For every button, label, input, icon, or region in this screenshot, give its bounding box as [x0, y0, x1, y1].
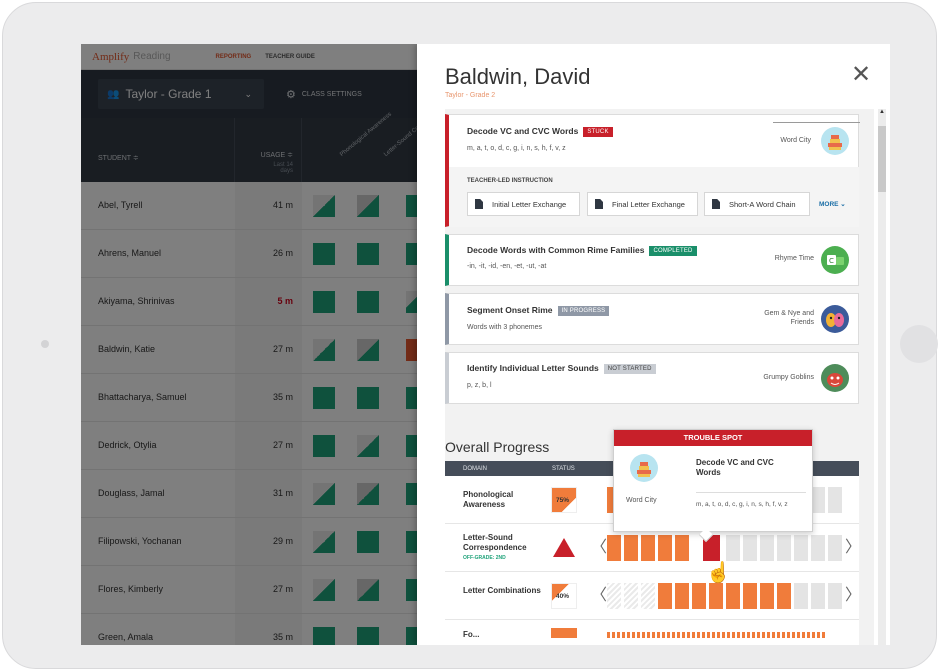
camera-dot [41, 340, 49, 348]
skill-detail: m, a, t, o, d, c, g, i, n, s, h, f, v, z [467, 145, 566, 152]
off-grade-label: OFF-GRADE: 2ND [463, 555, 506, 561]
student-drawer: Baldwin, David Taylor - Grade 2 ✕ Decode… [417, 44, 890, 645]
chevron-right-icon[interactable]: 〉 [845, 540, 861, 556]
chevron-left-icon[interactable]: 〈 [591, 540, 607, 556]
domain-name: Letter-Sound Correspondence OFF-GRADE: 2N… [463, 533, 548, 563]
status-badge: NOT STARTED [603, 364, 656, 374]
overall-progress-title: Overall Progress [445, 439, 550, 455]
gem-and-nye-icon [821, 305, 849, 333]
annotation-line [773, 122, 860, 123]
domain-name: Fo... [463, 630, 480, 639]
skill-card-completed[interactable]: Decode Words with Common Rime Families CO… [445, 234, 859, 286]
stuck-triangle-icon [551, 535, 577, 561]
skill-title: Segment Onset Rime [467, 305, 553, 315]
progress-row-partial[interactable]: Fo... [445, 620, 859, 645]
screen: Amplify Reading REPORTING TEACHER GUIDE … [81, 44, 890, 645]
document-icon [595, 199, 603, 209]
status-badge: STUCK [583, 127, 613, 137]
skill-title: Decode Words with Common Rime Families [467, 245, 645, 255]
document-icon [712, 199, 720, 209]
skill-card-in-progress[interactable]: Segment Onset Rime IN PROGRESS Words with… [445, 293, 859, 345]
game-name: Grumpy Goblins [763, 374, 814, 381]
progress-row-letter-combinations[interactable]: Letter Combinations 40% 〈 〉 [445, 572, 861, 620]
status-badge: IN PROGRESS [557, 306, 610, 316]
skill-detail: Words with 3 phonemes [467, 324, 542, 331]
teacher-led-label: TEACHER-LED INSTRUCTION [467, 178, 553, 184]
close-icon[interactable]: ✕ [851, 63, 871, 87]
status-indicator: 75% [551, 487, 577, 513]
scrollbar-thumb[interactable] [878, 126, 886, 192]
modal-overlay[interactable] [81, 44, 417, 645]
hand-pointer-icon: ☝ [706, 562, 731, 584]
word-city-icon [821, 127, 849, 155]
skill-detail: -in, -it, -id, -en, -et, -ut, -at [467, 263, 547, 270]
class-report: Amplify Reading REPORTING TEACHER GUIDE … [81, 44, 449, 645]
home-button[interactable] [900, 325, 938, 363]
skill-title: Identify Individual Letter Sounds [467, 363, 599, 373]
chevron-right-icon[interactable]: 〉 [845, 588, 861, 604]
activity-short-a-word-chain[interactable]: Short-A Word Chain [704, 192, 810, 216]
document-icon [475, 199, 483, 209]
skill-title: Decode VC and CVC Words [467, 126, 579, 136]
popup-skill-detail: m, a, t, o, d, c, g, i, n, s, h, f, v, z [696, 501, 788, 508]
domain-name: Phonological Awareness [463, 490, 514, 509]
activity-final-letter-exchange[interactable]: Final Letter Exchange [587, 192, 698, 216]
drawer-content: Decode VC and CVC Words STUCK m, a, t, o,… [445, 109, 874, 645]
status-indicator: 40% [551, 583, 577, 609]
status-header: STATUS [552, 466, 575, 472]
skill-detail: p, z, b, l [467, 382, 492, 389]
game-name: Gem & Nye and Friends [764, 310, 814, 326]
skill-card-not-started[interactable]: Identify Individual Letter Sounds NOT STA… [445, 352, 859, 404]
activity-initial-letter-exchange[interactable]: Initial Letter Exchange [467, 192, 580, 216]
popup-skill-title: Decode VC and CVC Words [696, 458, 774, 477]
trouble-spot-popup: TROUBLE SPOT Word City Decode VC and CVC… [613, 429, 813, 543]
game-name: Rhyme Time [774, 255, 814, 262]
student-class-subtitle: Taylor - Grade 2 [445, 92, 496, 99]
word-city-icon [630, 454, 658, 482]
student-name-title: Baldwin, David [445, 64, 591, 89]
popup-game-name: Word City [626, 497, 657, 504]
tablet-frame: Amplify Reading REPORTING TEACHER GUIDE … [2, 2, 938, 669]
svg-text:C: C [829, 257, 834, 265]
grumpy-goblins-icon [821, 364, 849, 392]
domain-header: DOMAIN [463, 466, 487, 472]
domain-name: Letter Combinations [463, 586, 541, 595]
rhyme-time-icon: C [821, 246, 849, 274]
chevron-left-icon[interactable]: 〈 [591, 588, 607, 604]
popup-header: TROUBLE SPOT [614, 430, 812, 446]
game-name: Word City [780, 137, 811, 144]
more-activities-button[interactable]: MORE ⌄ [819, 200, 846, 208]
skill-card-stuck[interactable]: Decode VC and CVC Words STUCK m, a, t, o,… [445, 114, 859, 227]
scroll-up-arrow[interactable]: ▲ [878, 109, 886, 119]
status-badge: COMPLETED [649, 246, 697, 256]
